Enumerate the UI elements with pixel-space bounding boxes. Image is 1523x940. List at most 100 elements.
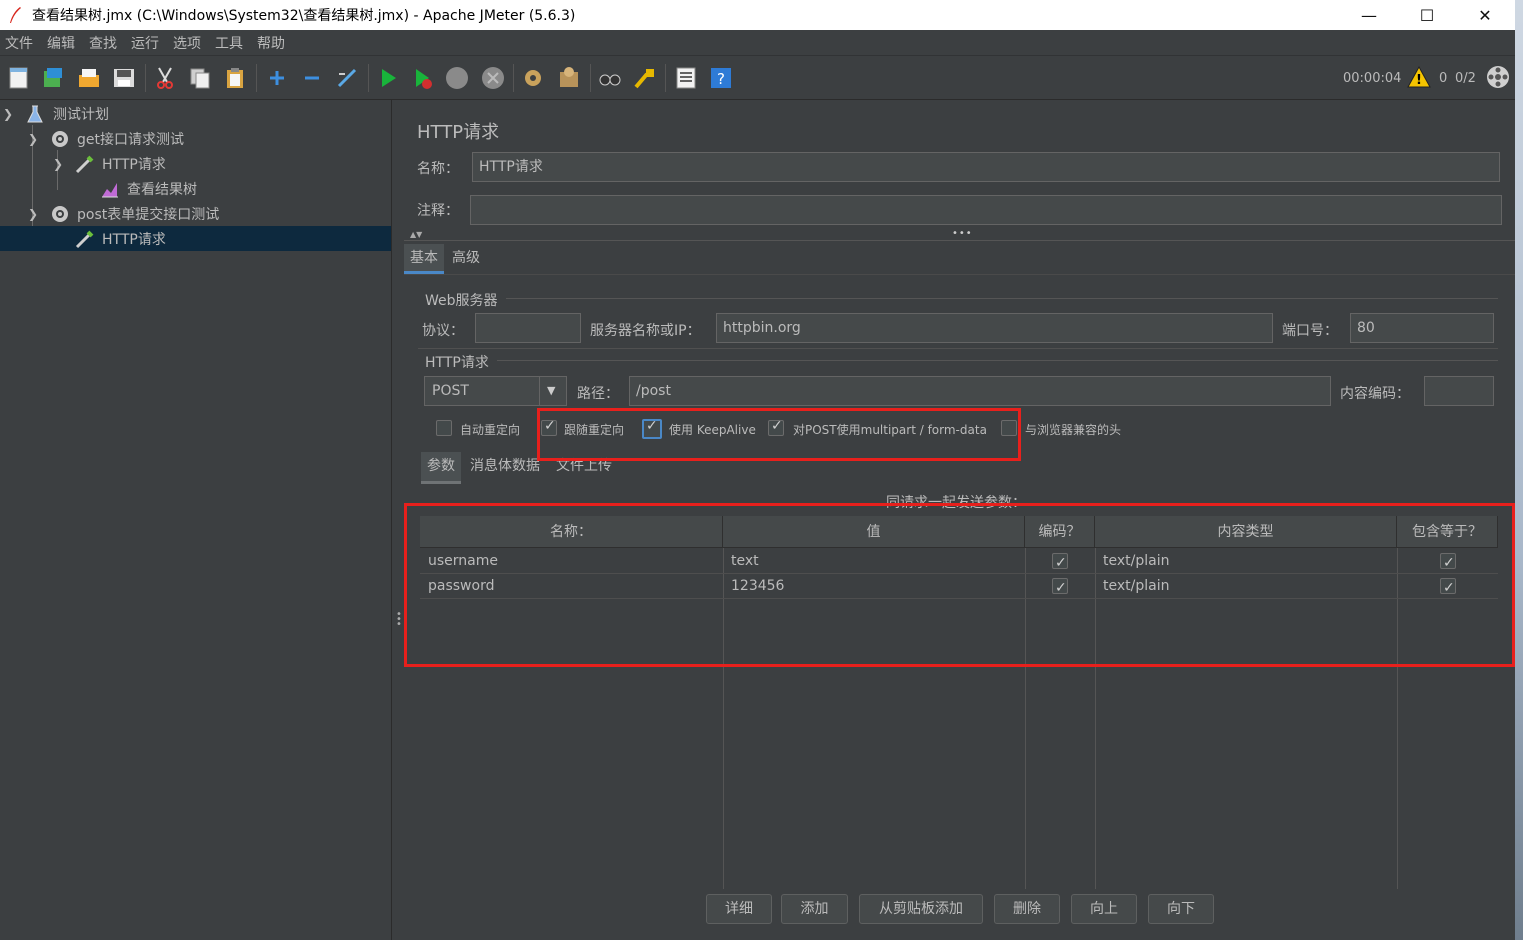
clear-all-icon[interactable] — [557, 66, 581, 90]
port-input[interactable]: 80 — [1350, 313, 1494, 343]
method-select[interactable]: POST ▼ — [424, 376, 567, 406]
protocol-label: 协议： — [422, 323, 464, 339]
toggle-icon[interactable] — [335, 66, 359, 90]
new-file-icon[interactable] — [7, 66, 31, 90]
close-button[interactable]: ✕ — [1456, 0, 1514, 30]
reset-search-icon[interactable] — [633, 66, 657, 90]
tab-advanced[interactable]: 高级 — [446, 244, 486, 274]
add-from-clipboard-button[interactable]: 从剪贴板添加 — [859, 894, 983, 924]
svg-text:!: ! — [1416, 73, 1422, 88]
chevron-down-icon[interactable]: ❯ — [28, 207, 38, 221]
browser-compatible-label: 与浏览器兼容的头 — [1025, 423, 1122, 437]
collapse-all-icon[interactable] — [300, 66, 324, 90]
copy-icon[interactable] — [188, 66, 212, 90]
server-label: 服务器名称或IP： — [590, 323, 701, 339]
warning-count: 0 — [1439, 71, 1448, 86]
chevron-down-icon[interactable]: ❯ — [53, 157, 63, 171]
name-input[interactable]: HTTP请求 — [472, 152, 1500, 182]
gear-icon — [52, 205, 68, 222]
auto-redirect-checkbox[interactable] — [436, 420, 452, 436]
gear-icon — [52, 130, 68, 147]
save-icon[interactable] — [112, 66, 136, 90]
menu-search[interactable]: 查找 — [84, 33, 126, 53]
tab-body-data[interactable]: 消息体数据 — [464, 452, 546, 482]
svg-text:?: ? — [717, 70, 725, 88]
toolbar: ? 00:00:04 ! 0 0/2 — [0, 56, 1515, 100]
path-label: 路径： — [577, 386, 619, 402]
function-helper-icon[interactable] — [674, 66, 698, 90]
remote-status-icon — [1487, 66, 1509, 88]
pipette-icon — [75, 230, 94, 248]
start-no-pause-icon[interactable] — [411, 66, 435, 90]
menu-file[interactable]: 文件 — [0, 33, 42, 53]
annotation-box-parameters — [404, 503, 1515, 667]
divider-handle[interactable]: ••• — [952, 228, 973, 239]
maximize-button[interactable]: ☐ — [1398, 0, 1456, 30]
clear-icon[interactable] — [521, 66, 545, 90]
protocol-input[interactable] — [475, 313, 581, 343]
menu-options[interactable]: 选项 — [168, 33, 210, 53]
search-icon[interactable] — [598, 66, 622, 90]
annotation-box-options — [537, 408, 1021, 461]
panel-splitter[interactable]: • • • — [392, 100, 404, 940]
toolbar-separator — [145, 64, 146, 92]
delete-button[interactable]: 删除 — [994, 894, 1060, 924]
path-input[interactable]: /post — [629, 376, 1331, 406]
toolbar-separator — [590, 64, 591, 92]
tree-item-thread-group-post[interactable]: ❯ post表单提交接口测试 — [0, 201, 391, 226]
menu-help[interactable]: 帮助 — [252, 33, 294, 53]
server-input[interactable]: httpbin.org — [716, 313, 1273, 343]
window-title: 查看结果树.jmx (C:\Windows\System32\查看结果树.jmx… — [32, 8, 576, 24]
cut-icon[interactable] — [153, 66, 177, 90]
chevron-down-icon[interactable]: ❯ — [28, 132, 38, 146]
open-icon[interactable] — [77, 66, 101, 90]
port-label: 端口号： — [1282, 323, 1338, 339]
tree-item-view-results-tree[interactable]: 查看结果树 — [0, 176, 391, 201]
menu-bar: 文件 编辑 查找 运行 选项 工具 帮助 — [0, 30, 1515, 56]
help-icon[interactable]: ? — [709, 66, 733, 90]
select-divider — [539, 377, 540, 405]
active-threads: 0/2 — [1455, 71, 1476, 86]
group-border — [497, 360, 1498, 361]
add-button[interactable]: 添加 — [781, 894, 848, 924]
toolbar-separator — [665, 64, 666, 92]
comment-label: 注释： — [417, 203, 459, 219]
paste-icon[interactable] — [223, 66, 247, 90]
expand-all-icon[interactable] — [265, 66, 289, 90]
tree-item-http-request-get[interactable]: ❯ HTTP请求 — [0, 151, 391, 176]
page-title: HTTP请求 — [417, 122, 500, 143]
start-icon[interactable] — [376, 66, 400, 90]
chevron-down-icon[interactable]: ❯ — [3, 107, 13, 121]
shutdown-icon[interactable] — [481, 66, 505, 90]
tree-item-http-request-post[interactable]: HTTP请求 — [0, 226, 391, 251]
stop-icon[interactable] — [445, 66, 469, 90]
name-label: 名称： — [417, 161, 459, 177]
tree-item-thread-group-get[interactable]: ❯ get接口请求测试 — [0, 126, 391, 151]
minimize-button[interactable]: — — [1340, 0, 1398, 30]
comment-input[interactable] — [470, 195, 1502, 225]
move-down-button[interactable]: 向下 — [1148, 894, 1214, 924]
test-plan-tree: ❯ 测试计划 ❯ get接口请求测试 ❯ HTTP请求 查看结果树 ❯ post… — [0, 100, 392, 940]
warning-icon[interactable]: ! — [1407, 65, 1431, 89]
pipette-icon — [75, 155, 94, 173]
jmeter-feather-icon — [10, 7, 21, 23]
tree-item-test-plan[interactable]: ❯ 测试计划 — [0, 101, 391, 126]
auto-redirect-label: 自动重定向 — [460, 423, 521, 437]
tab-basic[interactable]: 基本 — [404, 244, 444, 274]
collapse-arrows-icon[interactable]: ▲▼ — [410, 230, 422, 239]
flask-icon — [27, 105, 43, 122]
encoding-input[interactable] — [1424, 376, 1494, 406]
detail-button[interactable]: 详细 — [706, 894, 772, 924]
menu-edit[interactable]: 编辑 — [42, 33, 84, 53]
splitter-handle[interactable]: • • • — [396, 610, 402, 630]
desktop-edge — [1515, 0, 1523, 940]
move-up-button[interactable]: 向上 — [1071, 894, 1137, 924]
tab-parameters[interactable]: 参数 — [421, 452, 461, 484]
group-border — [418, 348, 1498, 349]
toolbar-separator — [256, 64, 257, 92]
menu-tools[interactable]: 工具 — [210, 33, 252, 53]
chart-icon — [102, 182, 118, 197]
menu-run[interactable]: 运行 — [126, 33, 168, 53]
chevron-down-icon[interactable]: ▼ — [547, 377, 555, 405]
templates-icon[interactable] — [41, 66, 65, 90]
